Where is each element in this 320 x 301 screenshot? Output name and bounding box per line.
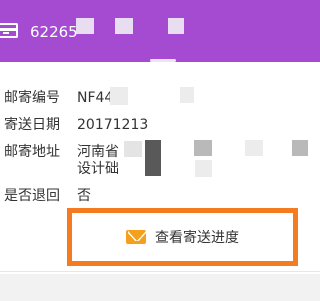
redaction-block xyxy=(195,160,212,177)
card-header: 62265 xyxy=(0,0,320,62)
redaction-block xyxy=(168,18,184,34)
tracking-number-value: NF44 xyxy=(77,90,114,106)
redaction-block xyxy=(110,87,128,105)
view-delivery-progress-label: 查看寄送进度 xyxy=(155,230,239,246)
view-delivery-progress-button[interactable]: 查看寄送进度 xyxy=(72,213,293,261)
send-date-value: 20171213 xyxy=(77,117,149,133)
redaction-block xyxy=(76,18,94,34)
redaction-block xyxy=(245,140,263,156)
redaction-block xyxy=(124,141,142,157)
redaction-block xyxy=(292,140,308,156)
returned-value: 否 xyxy=(77,188,91,204)
highlight-frame: 查看寄送进度 xyxy=(67,208,298,266)
mail-address-value-2: 设计础 xyxy=(77,161,119,177)
returned-label: 是否退回 xyxy=(4,188,60,204)
card-number: 62265 xyxy=(30,23,78,41)
mail-address-label: 邮寄地址 xyxy=(4,144,60,160)
redaction-block xyxy=(180,87,194,103)
tracking-number-label: 邮寄编号 xyxy=(4,90,60,106)
send-date-label: 寄送日期 xyxy=(4,117,60,133)
redaction-block xyxy=(194,140,212,156)
divider xyxy=(0,271,320,272)
redaction-block xyxy=(145,140,161,176)
redaction-block xyxy=(115,18,133,34)
bank-card-icon xyxy=(0,23,18,38)
envelope-icon xyxy=(126,230,146,244)
